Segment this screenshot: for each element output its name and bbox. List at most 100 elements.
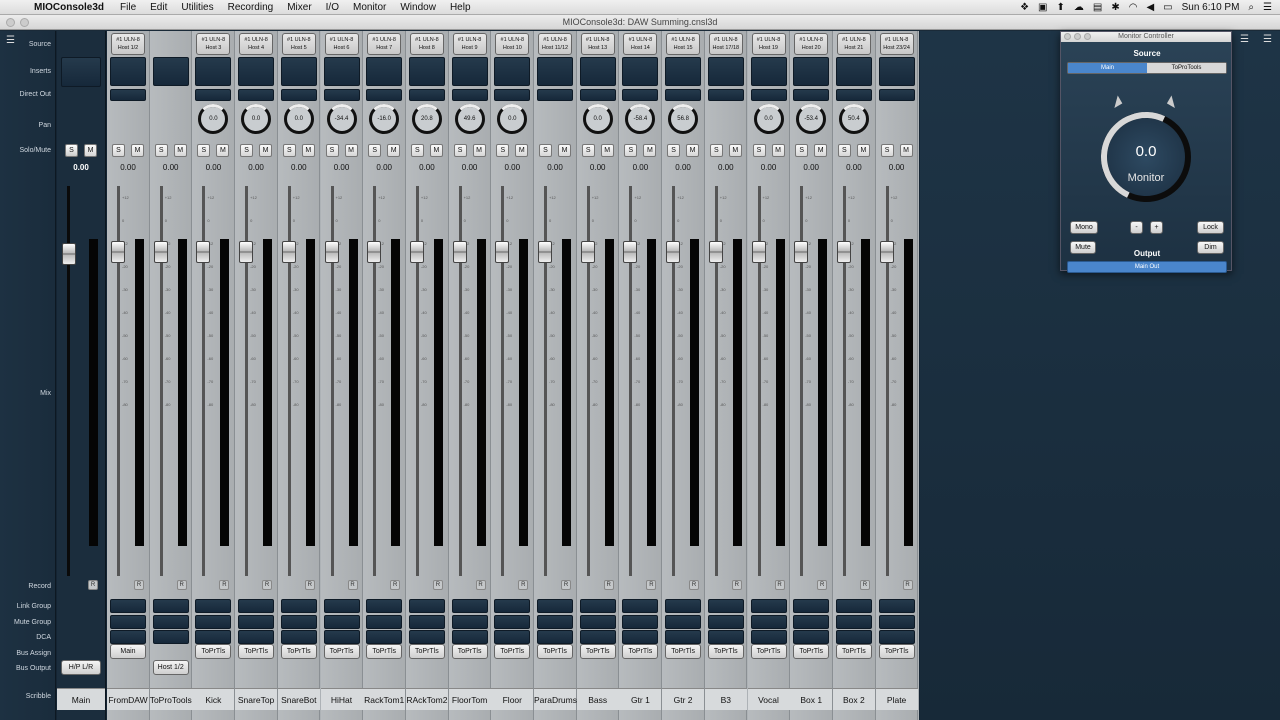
record-button[interactable]: R [603, 580, 614, 590]
mute-button[interactable]: M [814, 144, 828, 157]
mute-group-slot[interactable] [323, 615, 360, 629]
link-group-slot[interactable] [323, 599, 360, 613]
menu-icon[interactable]: ☰ [1263, 34, 1272, 45]
inserts-slot[interactable] [280, 57, 317, 86]
fader-handle[interactable] [708, 241, 723, 263]
source-button[interactable]: #1 ULN-8 Host 13 [580, 33, 615, 55]
scribble-strip[interactable]: Gtr 1 [619, 688, 662, 710]
fader-handle[interactable] [367, 241, 382, 263]
dca-slot[interactable] [494, 630, 531, 644]
bus-assign-button[interactable]: ToPrTls [451, 644, 488, 659]
link-group-slot[interactable] [110, 599, 146, 613]
link-group-slot[interactable] [622, 599, 659, 613]
link-group-slot[interactable] [579, 599, 616, 613]
direct-out-slot[interactable] [366, 89, 403, 101]
source-button[interactable]: #1 ULN-8 Host 23/24 [879, 33, 914, 55]
source-button[interactable]: #1 ULN-8 Host 1/2 [111, 33, 145, 55]
direct-out-slot[interactable] [622, 89, 659, 101]
fader-handle[interactable] [324, 241, 339, 263]
direct-out-slot[interactable] [110, 89, 146, 101]
dca-slot[interactable] [366, 630, 403, 644]
fader-handle[interactable] [580, 241, 595, 263]
solo-button[interactable]: S [837, 144, 851, 157]
battery-icon[interactable]: ▭ [1163, 2, 1172, 13]
inserts-slot[interactable] [835, 57, 872, 86]
mute-button[interactable]: M [643, 144, 657, 157]
plus-button[interactable]: + [1150, 221, 1163, 234]
bus-assign-button[interactable]: ToPrTls [537, 644, 573, 659]
mute-group-slot[interactable] [195, 615, 232, 629]
dca-slot[interactable] [793, 630, 830, 644]
scribble-strip[interactable]: Gtr 2 [662, 688, 705, 710]
main-inserts[interactable] [61, 57, 101, 87]
mute-group-slot[interactable] [707, 615, 744, 629]
record-button[interactable]: R [817, 580, 828, 590]
link-group-slot[interactable] [366, 599, 403, 613]
solo-button[interactable]: S [240, 144, 254, 157]
bluetooth-icon[interactable]: ✱ [1111, 2, 1119, 13]
fader-handle[interactable] [196, 241, 211, 263]
main-record-button[interactable]: R [88, 580, 98, 590]
link-group-slot[interactable] [280, 599, 317, 613]
record-button[interactable]: R [475, 580, 486, 590]
record-button[interactable]: R [561, 580, 571, 590]
source-button[interactable]: #1 ULN-8 Host 17/18 [708, 33, 743, 55]
record-button[interactable]: R [347, 580, 358, 590]
solo-button[interactable]: S [368, 144, 382, 157]
main-scribble[interactable]: Main [57, 688, 105, 710]
record-button[interactable]: R [518, 580, 529, 590]
main-mute-button[interactable]: M [84, 144, 97, 157]
close-icon[interactable] [1064, 33, 1071, 40]
pan-knob[interactable]: 50.4 [838, 104, 869, 134]
direct-out-slot[interactable] [323, 89, 360, 101]
source-button[interactable]: #1 ULN-8 Host 6 [324, 33, 359, 55]
fader-handle[interactable] [538, 241, 552, 263]
dca-slot[interactable] [238, 630, 275, 644]
fader-handle[interactable] [495, 241, 510, 263]
direct-out-slot[interactable] [537, 89, 573, 101]
bus-assign-button[interactable]: Main [110, 644, 146, 659]
fader-handle[interactable] [879, 241, 894, 263]
bus-assign-button[interactable]: ToPrTls [323, 644, 360, 659]
mute-group-slot[interactable] [750, 615, 787, 629]
menu-monitor[interactable]: Monitor [353, 2, 386, 13]
source-toprotools-option[interactable]: ToProTools [1147, 63, 1226, 73]
direct-out-slot[interactable] [408, 89, 445, 101]
scribble-strip[interactable]: ToProTools [149, 688, 192, 710]
dca-slot[interactable] [451, 630, 488, 644]
inserts-slot[interactable] [793, 57, 830, 86]
fader-handle[interactable] [153, 241, 168, 263]
record-button[interactable]: R [390, 580, 401, 590]
fader-handle[interactable] [836, 241, 851, 263]
solo-button[interactable]: S [154, 144, 168, 157]
bus-assign-button[interactable]: ToPrTls [494, 644, 531, 659]
pan-knob[interactable]: -53.4 [796, 104, 827, 134]
scribble-strip[interactable]: Vocal [747, 688, 790, 710]
mute-group-slot[interactable] [238, 615, 275, 629]
dropbox-icon[interactable]: ❖ [1020, 2, 1029, 13]
record-button[interactable]: R [859, 580, 870, 590]
cloud-icon[interactable]: ☁ [1074, 2, 1084, 13]
pan-knob[interactable]: 0.0 [198, 104, 229, 134]
link-group-slot[interactable] [195, 599, 232, 613]
bus-assign-button[interactable]: ToPrTls [707, 644, 744, 659]
solo-button[interactable]: S [453, 144, 467, 157]
direct-out-slot[interactable] [579, 89, 616, 101]
menu-icon[interactable]: ☰ [6, 35, 15, 46]
record-button[interactable]: R [774, 580, 785, 590]
dca-slot[interactable] [707, 630, 744, 644]
direct-out-slot[interactable] [750, 89, 787, 101]
scribble-strip[interactable]: ParaDrums [534, 688, 577, 710]
main-solo-button[interactable]: S [65, 144, 78, 157]
link-group-slot[interactable] [793, 599, 830, 613]
source-button[interactable]: #1 ULN-8 Host 7 [367, 33, 402, 55]
dca-slot[interactable] [408, 630, 445, 644]
inserts-slot[interactable] [152, 57, 189, 86]
direct-out-slot[interactable] [665, 89, 702, 101]
mute-group-slot[interactable] [152, 615, 189, 629]
mute-button[interactable]: M [259, 144, 273, 157]
mute-group-slot[interactable] [622, 615, 659, 629]
pan-knob[interactable]: 0.0 [497, 104, 528, 134]
fader-handle[interactable] [794, 241, 809, 263]
zoom-icon[interactable] [1084, 33, 1091, 40]
